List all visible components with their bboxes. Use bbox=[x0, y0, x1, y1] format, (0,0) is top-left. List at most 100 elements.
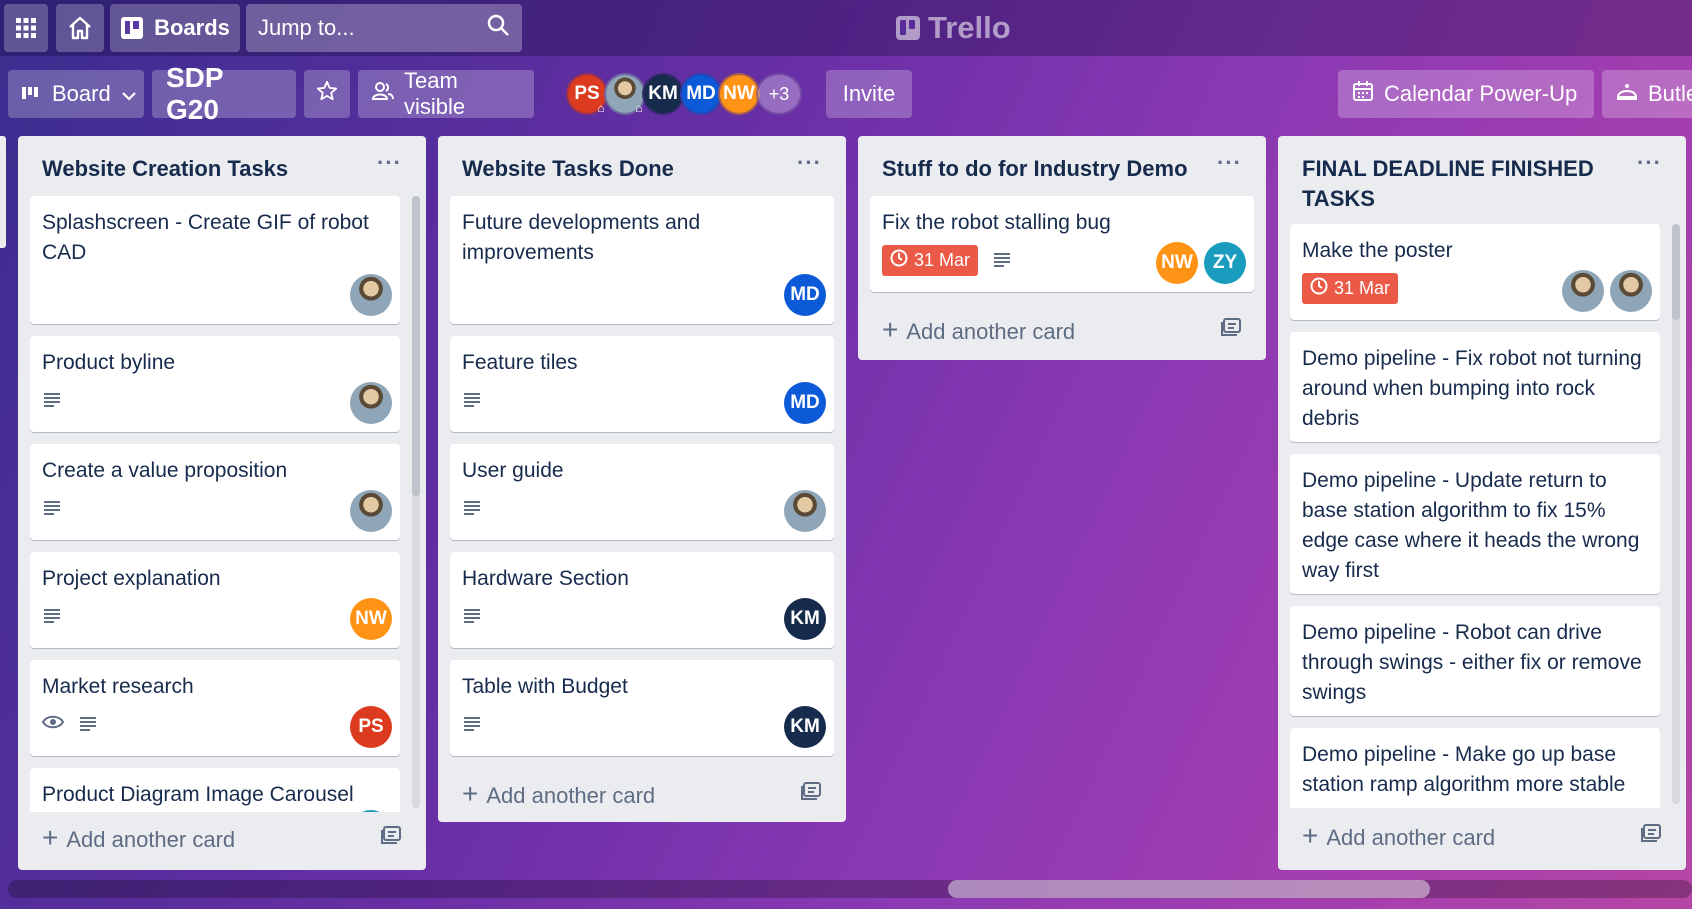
butler-button[interactable]: Butle bbox=[1602, 70, 1692, 118]
card-badges bbox=[42, 384, 388, 416]
avatar[interactable]: ⌂ bbox=[604, 73, 646, 115]
avatar[interactable]: MD bbox=[784, 382, 826, 424]
list-item[interactable]: Product byline bbox=[30, 336, 400, 432]
list-scrollbar[interactable] bbox=[412, 196, 420, 808]
description-icon bbox=[462, 608, 482, 624]
card-template-icon[interactable] bbox=[1640, 823, 1662, 849]
list-scrollbar-thumb[interactable] bbox=[1672, 224, 1680, 320]
card-badges bbox=[462, 708, 822, 740]
avatar[interactable]: KM bbox=[784, 598, 826, 640]
card-badges bbox=[41, 708, 388, 740]
add-card-button[interactable]: + Add another card bbox=[858, 304, 1266, 364]
due-date-badge[interactable]: 31 Mar bbox=[882, 244, 979, 276]
avatar[interactable]: MD bbox=[680, 73, 722, 115]
due-date-badge[interactable]: 31 Mar bbox=[1302, 272, 1399, 304]
boards-button[interactable]: Boards bbox=[110, 4, 240, 52]
card-template-icon[interactable] bbox=[1220, 317, 1242, 343]
avatar[interactable]: KM bbox=[642, 73, 684, 115]
avatar[interactable] bbox=[350, 810, 392, 812]
list-item[interactable]: Project explanation NW bbox=[30, 552, 400, 648]
card-template-icon[interactable] bbox=[800, 781, 822, 807]
card-title: Create a value proposition bbox=[42, 459, 288, 482]
list-title: Website Tasks Done bbox=[462, 156, 674, 181]
avatar[interactable]: KM bbox=[784, 706, 826, 748]
search-input[interactable]: Jump to... bbox=[246, 4, 522, 52]
previous-list-edge bbox=[0, 136, 6, 248]
board-view-switcher[interactable]: Board bbox=[8, 70, 144, 118]
avatar[interactable]: ZY bbox=[1204, 242, 1246, 284]
more-members-button[interactable]: +3 bbox=[756, 73, 802, 115]
avatar[interactable]: NW bbox=[1156, 242, 1198, 284]
list-menu-icon[interactable]: ··· bbox=[377, 152, 402, 174]
list-item[interactable]: Feature tiles MD bbox=[450, 336, 834, 432]
card-template-icon[interactable] bbox=[380, 825, 402, 851]
list-item[interactable]: User guide bbox=[450, 444, 834, 540]
trello-logo[interactable]: Trello bbox=[896, 8, 1011, 48]
list-item[interactable]: Demo pipeline - Make go up base station … bbox=[1290, 728, 1660, 808]
avatar[interactable] bbox=[1610, 270, 1652, 312]
avatar[interactable] bbox=[350, 490, 392, 532]
list-item[interactable]: Table with Budget KM bbox=[450, 660, 834, 756]
list-menu-icon[interactable]: ··· bbox=[1217, 152, 1242, 174]
list-title: FINAL DEADLINE FINISHED TASKS bbox=[1302, 156, 1594, 211]
invite-button[interactable]: Invite bbox=[826, 70, 912, 118]
card-title: Product byline bbox=[42, 351, 176, 374]
card-title: Demo pipeline - Fix robot not turning ar… bbox=[1302, 347, 1642, 430]
card-title: User guide bbox=[462, 459, 564, 482]
list-item[interactable]: Future developments and improvements MD bbox=[450, 196, 834, 324]
logo-text: Trello bbox=[928, 10, 1011, 45]
list-header[interactable]: Stuff to do for Industry Demo ··· bbox=[858, 136, 1266, 196]
list-menu-icon[interactable]: ··· bbox=[1637, 152, 1662, 174]
add-card-button[interactable]: + Add another card bbox=[1278, 808, 1686, 870]
card-list: Splashscreen - Create GIF of robot CAD P… bbox=[18, 196, 426, 812]
list-item[interactable]: Splashscreen - Create GIF of robot CAD bbox=[30, 196, 400, 324]
add-card-button[interactable]: + Add another card bbox=[18, 812, 426, 872]
list-item[interactable]: Make the poster 31 Mar bbox=[1290, 224, 1660, 320]
list-item[interactable]: Demo pipeline - Update return to base st… bbox=[1290, 454, 1660, 594]
list-menu-icon[interactable]: ··· bbox=[797, 152, 822, 174]
avatar[interactable] bbox=[350, 274, 392, 316]
team-visible-button[interactable]: Team visible bbox=[358, 68, 534, 119]
card-title: Product Diagram Image Carousel bbox=[42, 783, 354, 806]
add-card-button[interactable]: + Add another card bbox=[438, 768, 846, 828]
board-horizontal-scrollbar[interactable] bbox=[8, 880, 1692, 898]
list-header[interactable]: Website Creation Tasks ··· bbox=[18, 136, 426, 196]
list-item[interactable]: Hardware Section KM bbox=[450, 552, 834, 648]
list-item[interactable]: Demo pipeline - Robot can drive through … bbox=[1290, 606, 1660, 716]
avatar[interactable] bbox=[1562, 270, 1604, 312]
list-title: Website Creation Tasks bbox=[42, 156, 289, 181]
board-members: PS ⌂ ⌂ KM MD NW +3 bbox=[566, 73, 802, 115]
board-scrollbar-thumb[interactable] bbox=[948, 880, 1430, 898]
top-header: Boards Jump to... Trello bbox=[0, 0, 1692, 56]
board-view-label: Board bbox=[52, 81, 111, 106]
list-scrollbar[interactable] bbox=[1672, 224, 1680, 804]
avatar[interactable] bbox=[350, 382, 392, 424]
list-header[interactable]: Website Tasks Done ··· bbox=[438, 136, 846, 196]
list-item[interactable]: Fix the robot stalling bug 31 Mar NW ZY bbox=[870, 196, 1254, 292]
list-item[interactable]: Market research PS bbox=[30, 660, 400, 756]
avatar[interactable]: NW bbox=[718, 73, 760, 115]
list-item[interactable]: Demo pipeline - Fix robot not turning ar… bbox=[1290, 332, 1660, 442]
avatar-initials: NW bbox=[723, 83, 755, 104]
card-title: Fix the robot stalling bug bbox=[882, 211, 1111, 234]
card-title: Feature tiles bbox=[462, 351, 578, 374]
card-members bbox=[350, 382, 392, 424]
list-header[interactable]: FINAL DEADLINE FINISHED TASKS ··· bbox=[1278, 136, 1686, 224]
card-title: Table with Budget bbox=[462, 675, 628, 698]
list-scrollbar-thumb[interactable] bbox=[412, 196, 420, 496]
avatar-initials: MD bbox=[686, 83, 716, 104]
list-website-tasks-done: Website Tasks Done ··· Future developmen… bbox=[438, 136, 846, 822]
list-item[interactable]: Product Diagram Image Carousel bbox=[30, 768, 400, 812]
board-title[interactable]: SDP G20 bbox=[152, 62, 296, 125]
home-button[interactable] bbox=[56, 4, 104, 52]
avatar[interactable]: NW bbox=[350, 598, 392, 640]
avatar[interactable]: MD bbox=[784, 274, 826, 316]
avatar[interactable] bbox=[784, 490, 826, 532]
list-item[interactable]: Create a value proposition bbox=[30, 444, 400, 540]
star-button[interactable] bbox=[304, 70, 350, 118]
calendar-powerup-button[interactable]: Calendar Power-Up bbox=[1338, 70, 1594, 118]
avatar[interactable]: PS bbox=[350, 706, 392, 748]
avatar[interactable]: PS ⌂ bbox=[566, 73, 608, 115]
apps-button[interactable] bbox=[4, 4, 48, 52]
invite-label: Invite bbox=[842, 81, 896, 106]
